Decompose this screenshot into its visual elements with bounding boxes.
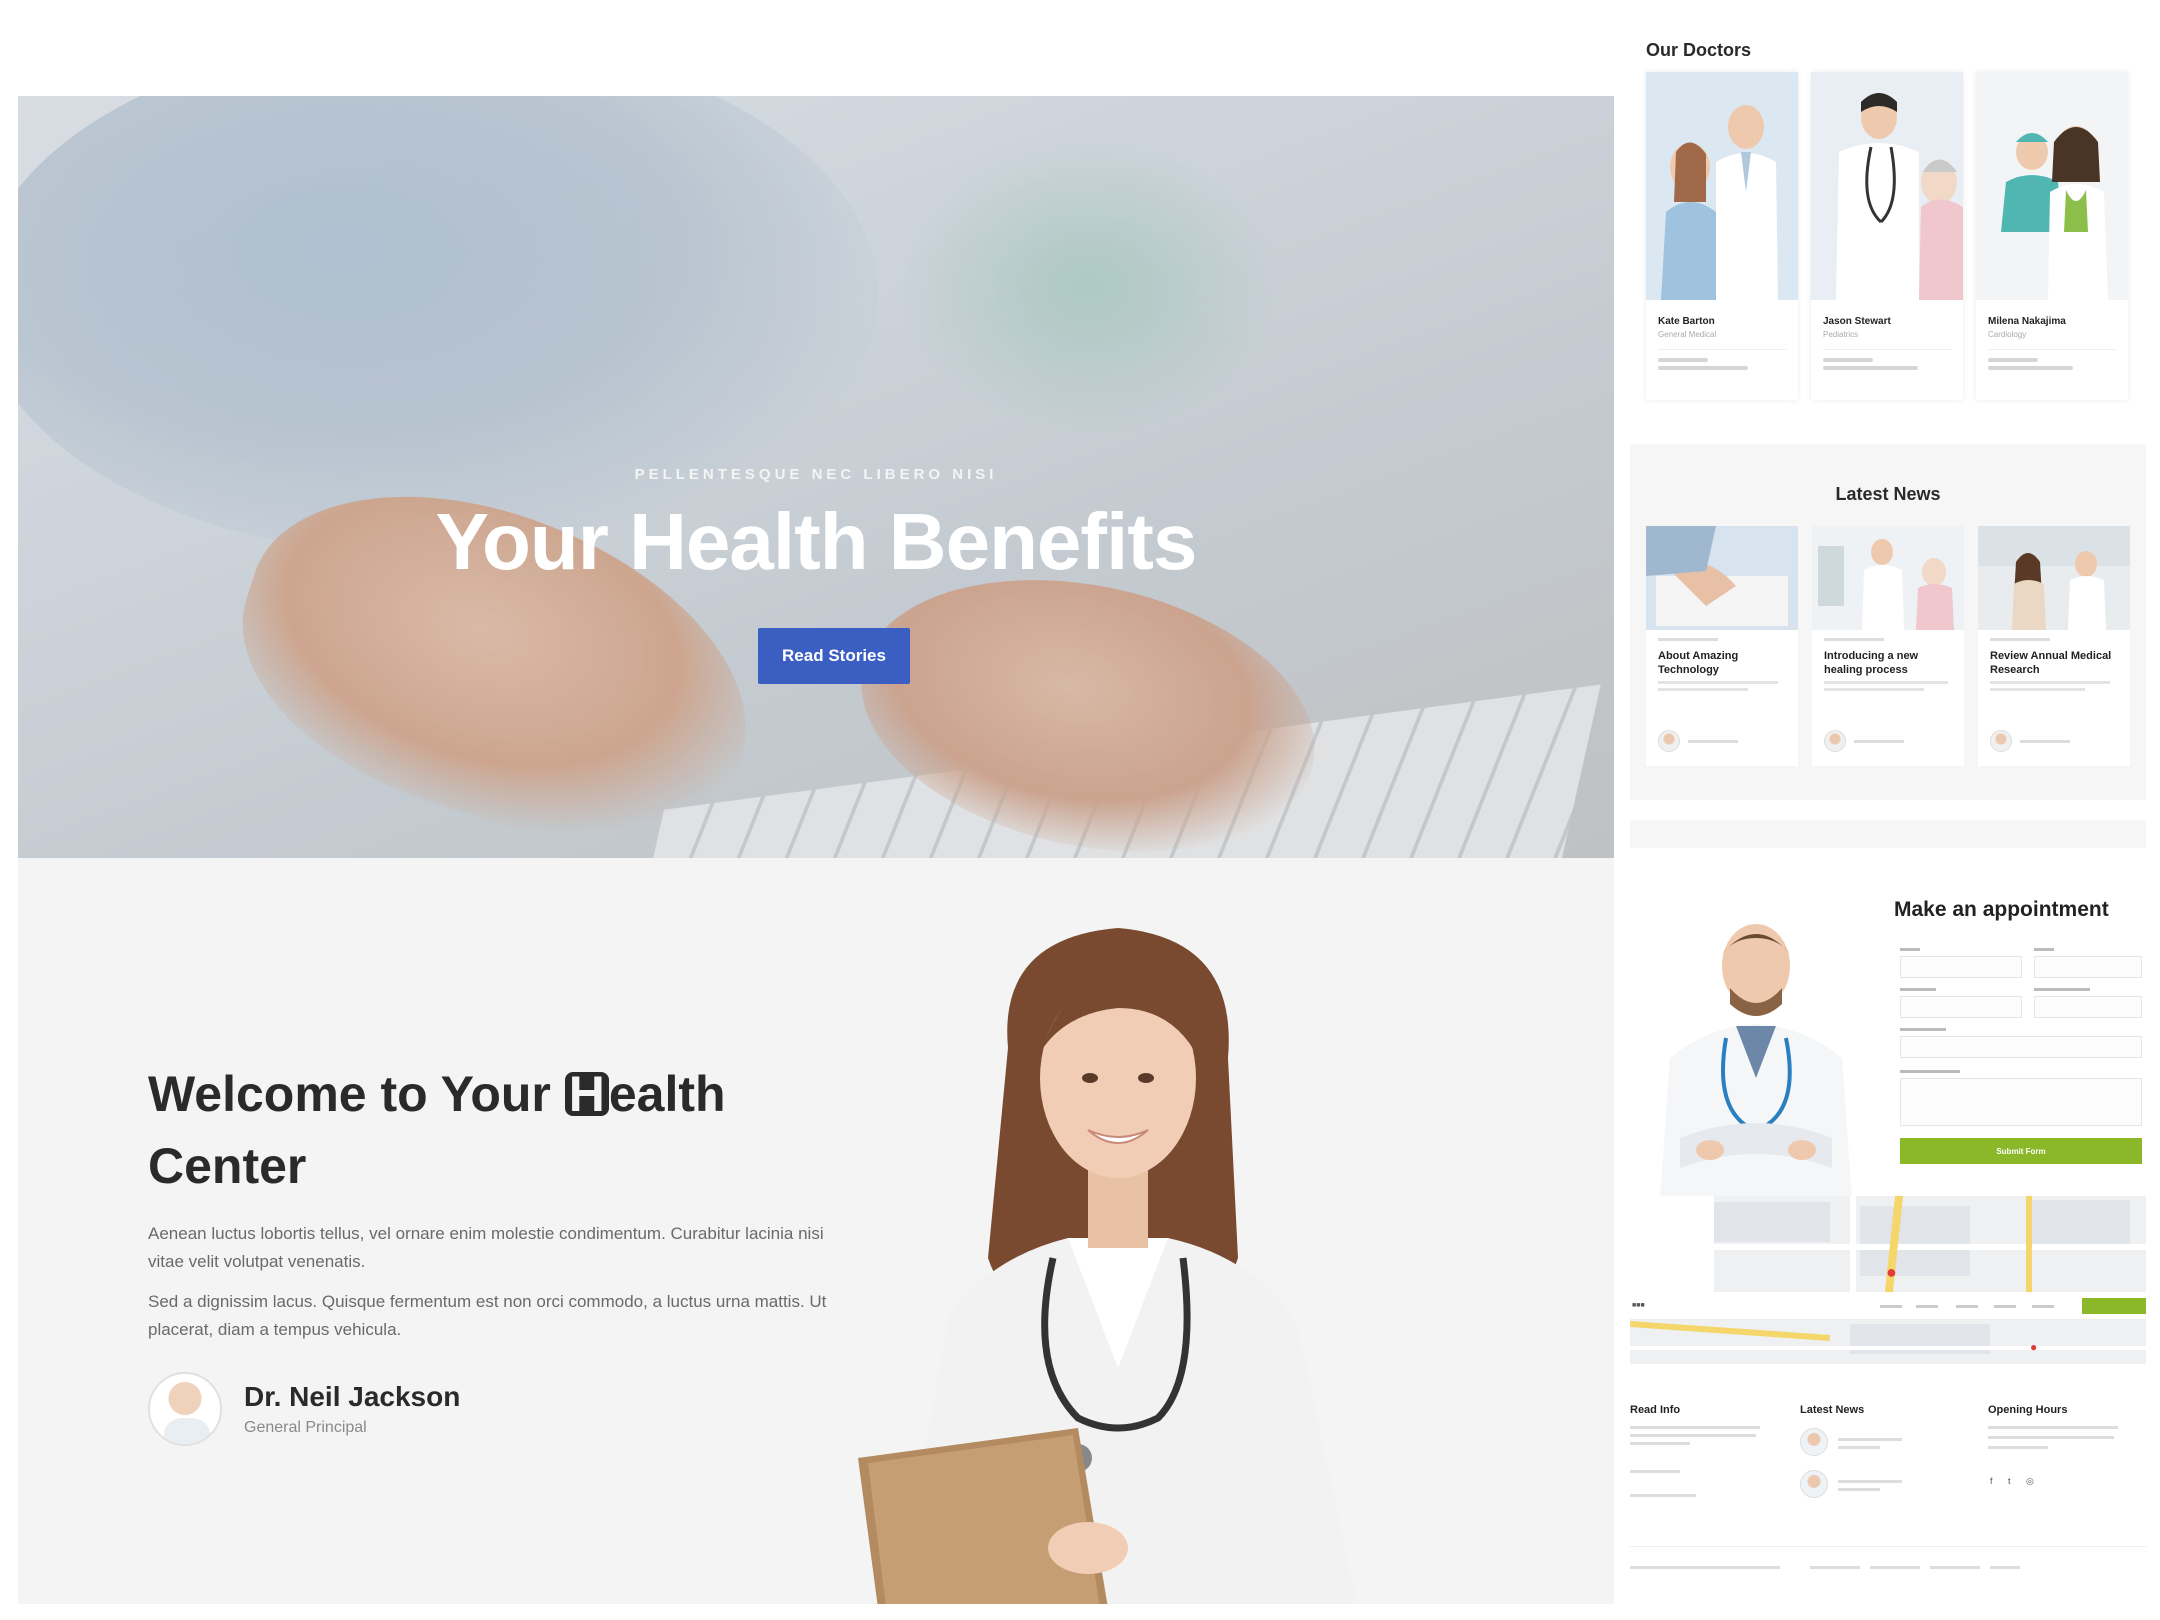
phone-field[interactable] xyxy=(1900,1036,2142,1058)
welcome-paragraph: Aenean luctus lobortis tellus, vel ornar… xyxy=(148,1224,824,1271)
hero-slider: PELLENTESQUE NEC LIBERO NISI Your Health… xyxy=(18,96,1614,858)
doctor-photo xyxy=(1976,72,2128,300)
map-controls[interactable] xyxy=(1630,1196,1710,1292)
welcome-title: Welcome to Your Health Center xyxy=(148,1066,726,1194)
doctor-photo xyxy=(1646,72,1798,300)
brand-logo[interactable]: ■■■ xyxy=(1632,1302,1645,1309)
date-field[interactable] xyxy=(1900,996,2022,1018)
news-thumb[interactable] xyxy=(1800,1428,1828,1456)
location-map[interactable]: ● xyxy=(1630,1196,2146,1292)
message-textarea[interactable] xyxy=(1900,1078,2142,1126)
news-card[interactable]: About Amazing Technology xyxy=(1646,526,1798,766)
avatar xyxy=(1824,730,1846,752)
doctor-woman-image xyxy=(858,928,1358,1604)
instagram-icon[interactable]: ◎ xyxy=(2026,1476,2034,1487)
footer-heading: Read Info xyxy=(1630,1404,1681,1416)
email-field[interactable] xyxy=(2034,956,2142,978)
author-name: Dr. Neil Jackson xyxy=(244,1381,461,1412)
author-block: Dr. Neil Jackson General Principal xyxy=(148,1372,460,1446)
author-role: General Principal xyxy=(244,1419,367,1436)
twitter-icon[interactable]: t xyxy=(2008,1476,2011,1486)
avatar xyxy=(1990,730,2012,752)
footer-heading: Opening Hours xyxy=(1988,1404,2068,1416)
doctor-man-image xyxy=(1660,924,1852,1200)
appointment-section: Make an appointment Submit Form xyxy=(1630,880,2146,1200)
doctor-role: Pediatrics xyxy=(1823,330,1859,339)
news-image xyxy=(1812,526,1964,630)
doctor-name: Milena Nakajima xyxy=(1988,316,2066,327)
latest-news-title: Latest News xyxy=(1835,484,1941,504)
doctor-name: Kate Barton xyxy=(1658,316,1715,327)
doctor-photo xyxy=(1811,72,1963,300)
news-image xyxy=(1978,526,2130,630)
hero-title: Your Health Benefits xyxy=(435,497,1198,586)
footer: Read Info Latest News Opening Hours f t … xyxy=(1630,1400,2146,1600)
appointment-title: Make an appointment xyxy=(1894,898,2109,921)
doctor-card[interactable]: Kate Barton General Medical xyxy=(1646,72,1798,400)
doctor-card[interactable]: Milena Nakajima Cardiology xyxy=(1976,72,2128,400)
hero-kicker: PELLENTESQUE NEC LIBERO NISI xyxy=(634,466,998,483)
section-divider xyxy=(1630,820,2146,848)
welcome-section: Welcome to Your Health Center Aenean luct… xyxy=(18,858,1614,1604)
news-thumb[interactable] xyxy=(1800,1470,1828,1498)
avatar xyxy=(1658,730,1680,752)
doctor-name: Jason Stewart xyxy=(1823,316,1891,327)
news-card[interactable]: Review Annual Medical Research xyxy=(1978,526,2130,766)
news-title[interactable]: Review Annual Medical Research xyxy=(1978,645,2130,677)
department-select[interactable] xyxy=(2034,996,2142,1018)
news-card[interactable]: Introducing a new healing process xyxy=(1812,526,1964,766)
footer-heading: Latest News xyxy=(1800,1404,1865,1416)
doctor-role: Cardiology xyxy=(1988,330,2027,339)
news-image xyxy=(1646,526,1798,630)
news-title[interactable]: Introducing a new healing process xyxy=(1812,645,1964,677)
latest-news-section: Latest News About Amazing Technology Int… xyxy=(1630,444,2146,800)
doctor-card[interactable]: Jason Stewart Pediatrics xyxy=(1811,72,1963,400)
submit-button[interactable]: Submit Form xyxy=(1900,1138,2142,1164)
nav-cta-button[interactable] xyxy=(2082,1298,2146,1314)
doctor-role: General Medical xyxy=(1658,330,1717,339)
welcome-paragraph: Sed a dignissim lacus. Quisque fermentum… xyxy=(148,1292,827,1339)
avatar xyxy=(148,1372,222,1446)
h-logo-letter: H xyxy=(564,1069,609,1119)
map-pin-icon: ● xyxy=(1886,1262,1897,1282)
name-field[interactable] xyxy=(1900,956,2022,978)
map-pin-icon: ● xyxy=(2030,1340,2038,1354)
facebook-icon[interactable]: f xyxy=(1990,1476,1993,1486)
our-doctors-title: Our Doctors xyxy=(1646,40,1752,60)
location-map[interactable]: ● xyxy=(1630,1320,2146,1364)
map-header-bar: ■■■ xyxy=(1630,1292,2146,1320)
read-stories-button[interactable]: Read Stories xyxy=(758,628,910,684)
news-title[interactable]: About Amazing Technology xyxy=(1646,645,1798,677)
